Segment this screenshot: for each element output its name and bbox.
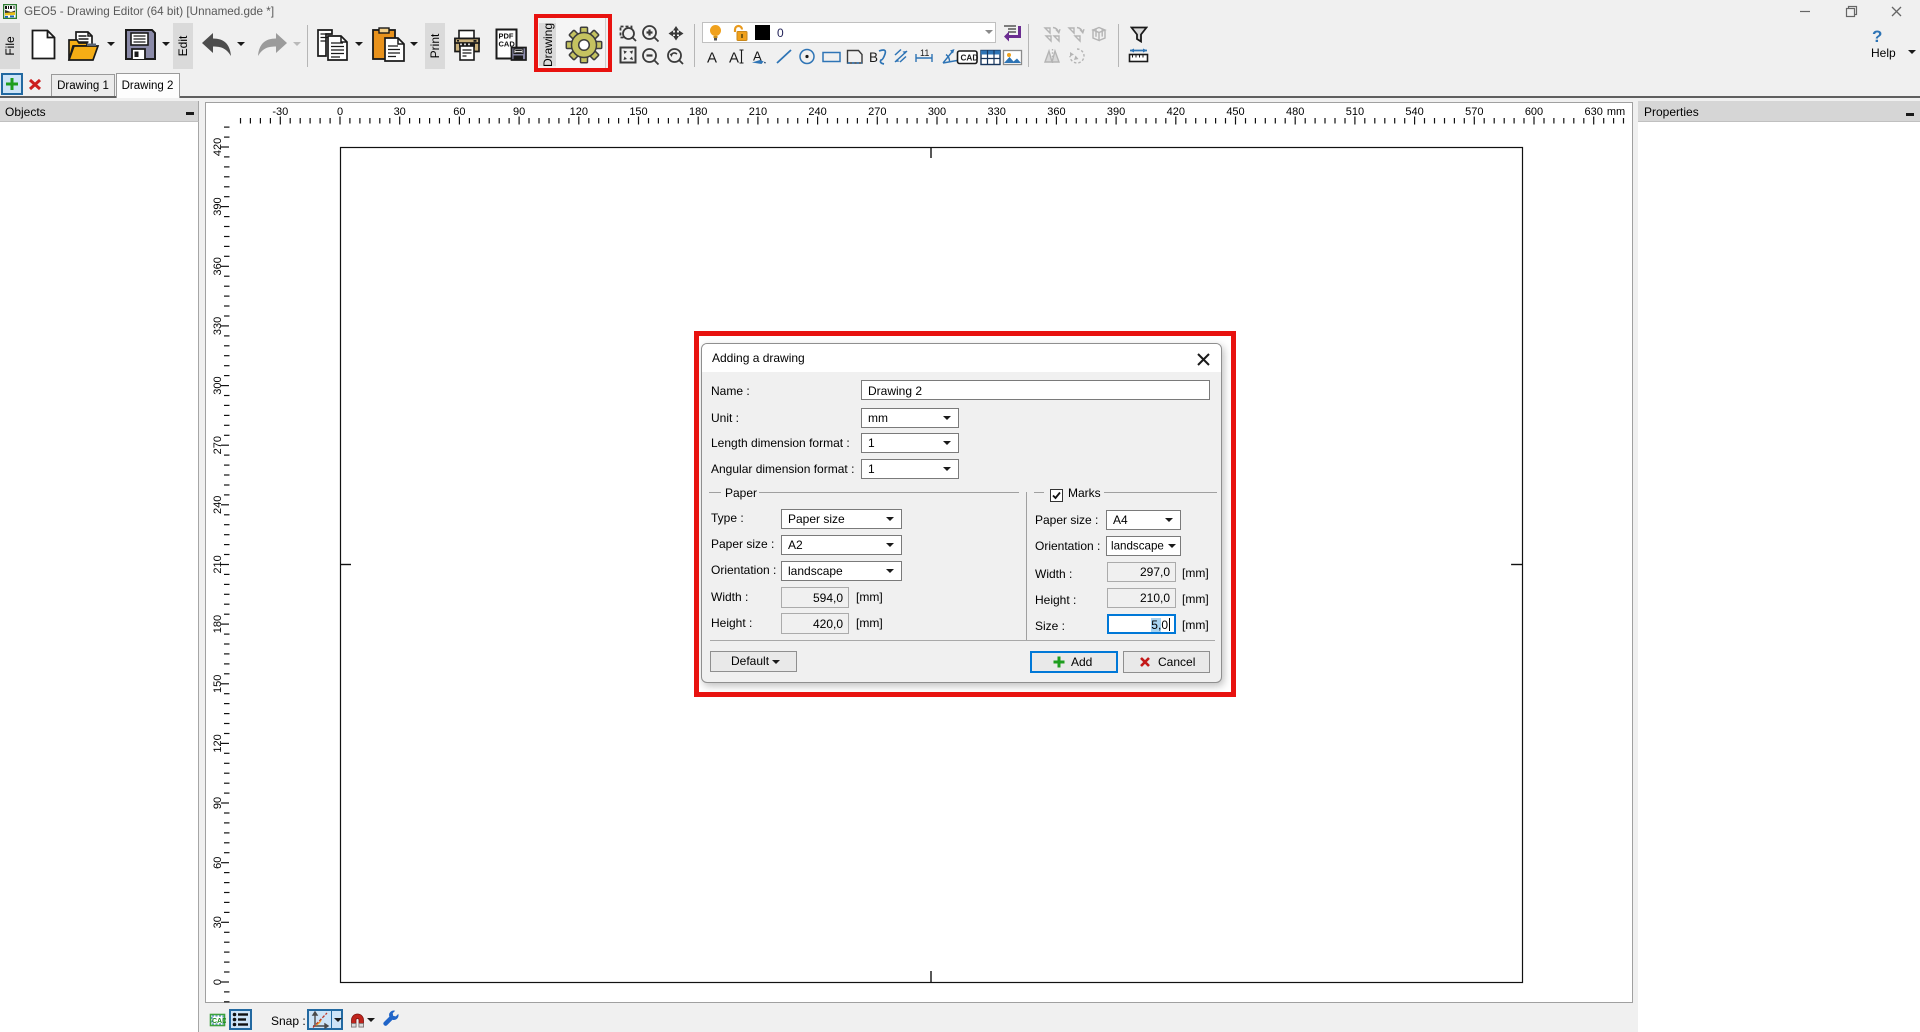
svg-text:A: A bbox=[707, 50, 717, 67]
svg-text:30: 30 bbox=[212, 916, 224, 928]
svg-text:630: 630 bbox=[1585, 106, 1603, 118]
svg-text:-30: -30 bbox=[272, 106, 288, 118]
svg-text:300: 300 bbox=[212, 376, 224, 394]
svg-text:120: 120 bbox=[212, 734, 224, 752]
svg-text:480: 480 bbox=[1286, 106, 1304, 118]
svg-text:150: 150 bbox=[212, 675, 224, 693]
svg-text:210: 210 bbox=[212, 555, 224, 573]
svg-text:240: 240 bbox=[808, 106, 826, 118]
svg-text:540: 540 bbox=[1405, 106, 1423, 118]
svg-text:330: 330 bbox=[988, 106, 1006, 118]
svg-text:B: B bbox=[869, 50, 878, 65]
svg-text:390: 390 bbox=[1107, 106, 1125, 118]
svg-text:30: 30 bbox=[394, 106, 406, 118]
svg-text:mm: mm bbox=[1607, 106, 1625, 118]
svg-text:330: 330 bbox=[212, 317, 224, 335]
svg-text:60: 60 bbox=[453, 106, 465, 118]
svg-text:60: 60 bbox=[212, 857, 224, 869]
svg-text:360: 360 bbox=[212, 257, 224, 275]
svg-text:0: 0 bbox=[212, 979, 224, 985]
svg-text:150: 150 bbox=[629, 106, 647, 118]
svg-text:600: 600 bbox=[1525, 106, 1543, 118]
svg-text:90: 90 bbox=[513, 106, 525, 118]
svg-text:180: 180 bbox=[212, 615, 224, 633]
svg-text:A: A bbox=[729, 50, 739, 67]
svg-text:90: 90 bbox=[212, 797, 224, 809]
svg-text:240: 240 bbox=[212, 496, 224, 514]
svg-text:CAD: CAD bbox=[212, 1018, 226, 1025]
svg-text:120: 120 bbox=[570, 106, 588, 118]
svg-text:CAD: CAD bbox=[961, 54, 979, 63]
svg-text:300: 300 bbox=[928, 106, 946, 118]
svg-text:390: 390 bbox=[212, 197, 224, 215]
svg-text:450: 450 bbox=[1226, 106, 1244, 118]
svg-text:210: 210 bbox=[749, 106, 767, 118]
svg-text:510: 510 bbox=[1346, 106, 1364, 118]
svg-text:570: 570 bbox=[1465, 106, 1483, 118]
svg-text:270: 270 bbox=[212, 436, 224, 454]
svg-text:180: 180 bbox=[689, 106, 707, 118]
svg-text:420: 420 bbox=[1167, 106, 1185, 118]
svg-text:360: 360 bbox=[1047, 106, 1065, 118]
svg-text:270: 270 bbox=[868, 106, 886, 118]
svg-text:420: 420 bbox=[212, 138, 224, 156]
svg-text:0: 0 bbox=[337, 106, 343, 118]
svg-text:11: 11 bbox=[920, 48, 929, 58]
